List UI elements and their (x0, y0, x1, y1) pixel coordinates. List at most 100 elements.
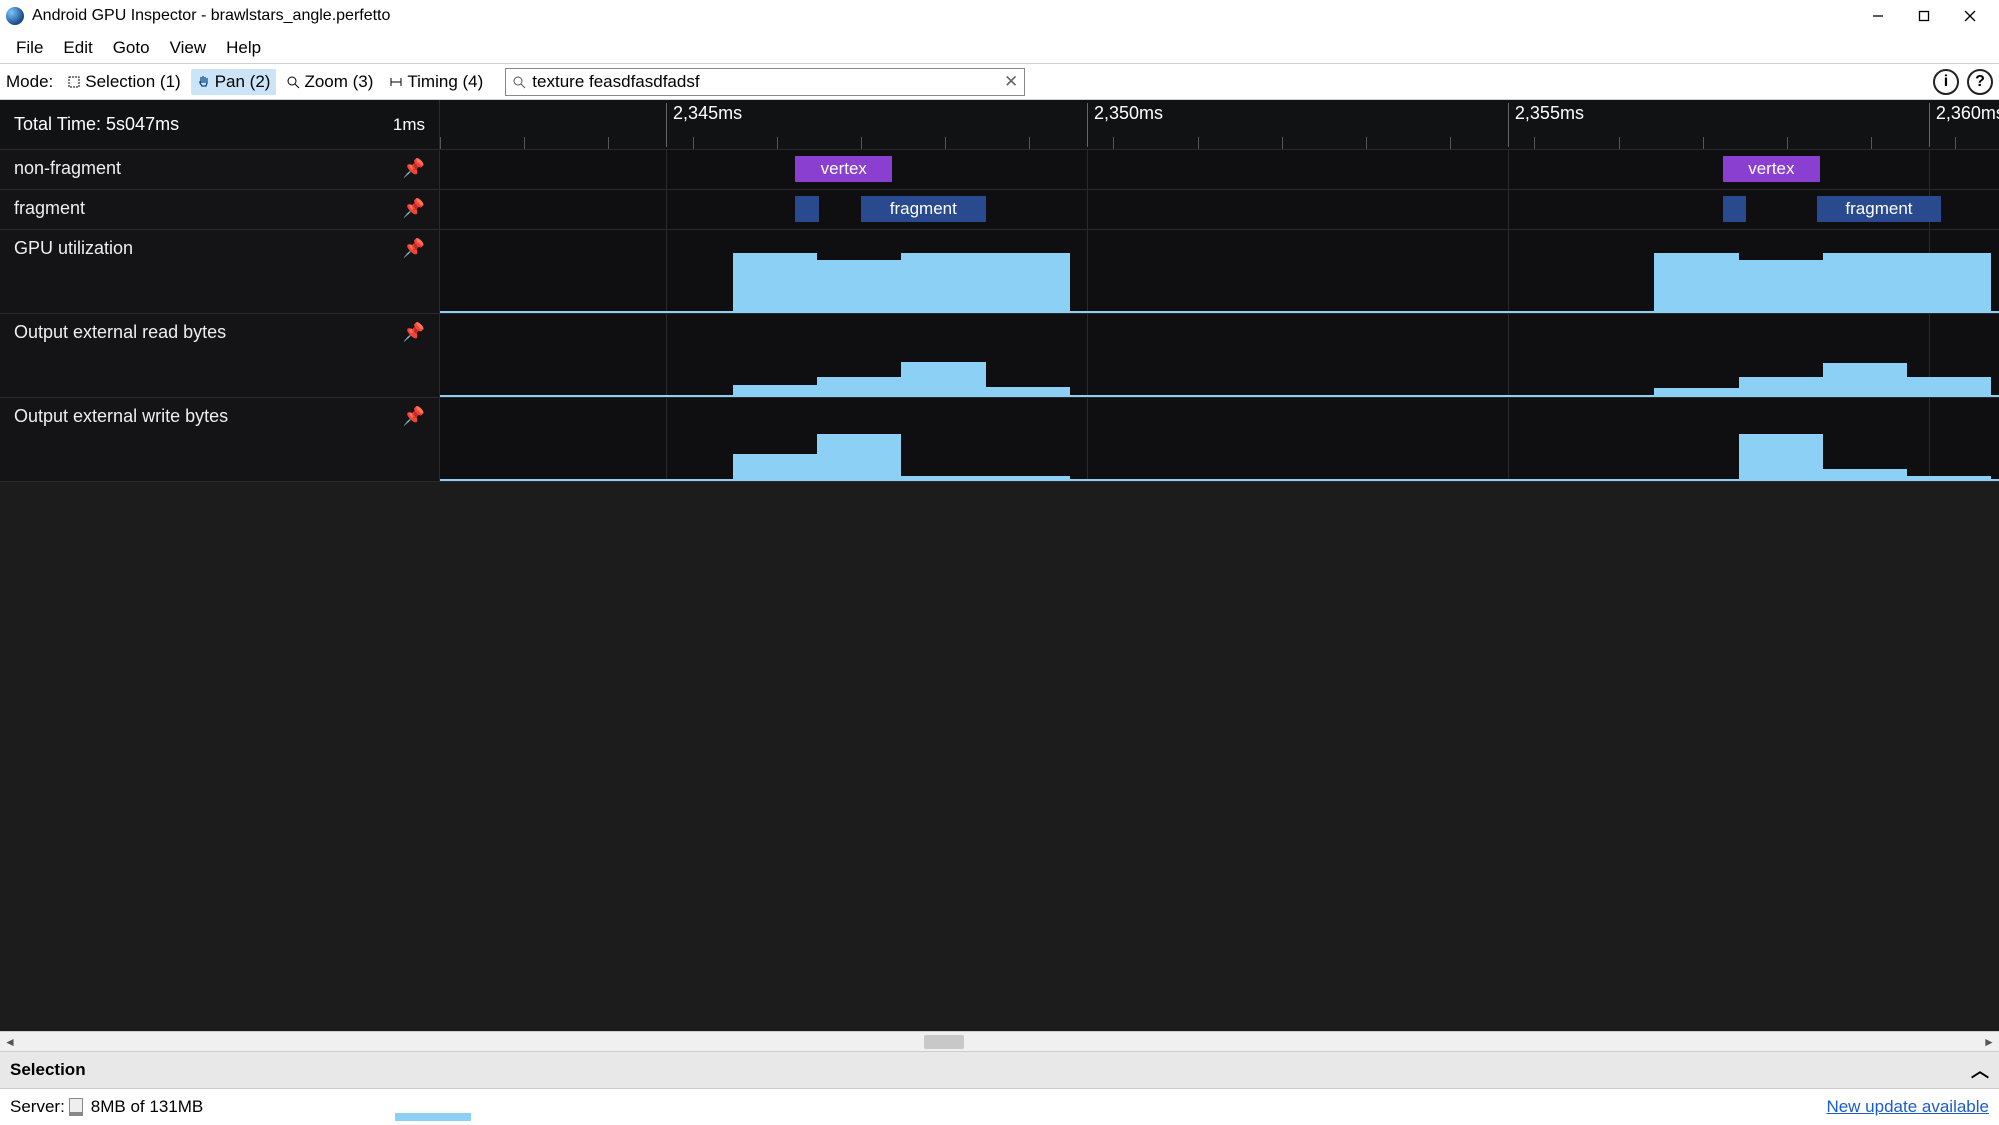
event-block[interactable] (795, 196, 818, 222)
tracks-container: non-fragment📌vertexvertexfragment📌fragme… (0, 150, 1999, 482)
ruler-label: 2,360ms (1929, 103, 1999, 147)
titlebar: Android GPU Inspector - brawlstars_angle… (0, 0, 1999, 32)
track-label: Output external write bytes 📌 (0, 398, 440, 481)
counter-bar[interactable] (901, 362, 985, 395)
counter-bar[interactable] (1739, 260, 1823, 311)
track-lane[interactable] (440, 314, 1999, 397)
track-row: fragment 📌 fragment fragment (0, 190, 1999, 230)
counter-bar[interactable] (1907, 476, 1991, 479)
track-name: Output external write bytes (14, 406, 228, 427)
mode-label: Mode: (6, 72, 53, 92)
zoom-icon (286, 75, 300, 89)
memory-meter (69, 1098, 83, 1116)
mode-selection[interactable]: Selection (1) (61, 69, 186, 95)
mode-timing-label: Timing (4) (407, 72, 483, 92)
menu-help[interactable]: Help (216, 34, 271, 62)
maximize-button[interactable] (1901, 0, 1947, 32)
counter-bar[interactable] (901, 476, 985, 479)
ruler-label: 2,345ms (666, 103, 742, 147)
menubar: File Edit Goto View Help (0, 32, 1999, 64)
track-lane[interactable] (440, 398, 1999, 481)
menu-goto[interactable]: Goto (103, 34, 160, 62)
counter-bar[interactable] (1907, 377, 1991, 395)
pan-icon (197, 75, 211, 89)
counter-bar[interactable] (817, 260, 901, 311)
event-block[interactable] (1723, 196, 1746, 222)
counter-bar[interactable] (733, 385, 817, 395)
horizontal-scrollbar[interactable]: ◄ ► (0, 1031, 1999, 1051)
counter-bar[interactable] (1823, 469, 1907, 479)
event-block[interactable]: fragment (1817, 196, 1942, 222)
search-input[interactable] (532, 72, 998, 92)
track-row: Output external read bytes📌 (0, 314, 1999, 398)
info-button[interactable]: i (1933, 69, 1959, 95)
scroll-thumb[interactable] (924, 1035, 964, 1049)
counter-bar[interactable] (986, 253, 1070, 311)
mode-timing[interactable]: Timing (4) (383, 69, 489, 95)
mode-pan[interactable]: Pan (2) (191, 69, 277, 95)
minimize-button[interactable] (1855, 0, 1901, 32)
scroll-right-button[interactable]: ► (1979, 1032, 1999, 1052)
app-icon (6, 7, 24, 25)
scroll-left-button[interactable]: ◄ (0, 1032, 20, 1052)
pin-icon[interactable]: 📌 (403, 406, 425, 427)
clear-search-icon[interactable]: ✕ (1004, 72, 1018, 92)
help-icon: ? (1975, 73, 1985, 91)
timing-icon (389, 75, 403, 89)
mode-zoom-label: Zoom (3) (304, 72, 373, 92)
selection-panel-header[interactable]: Selection ︿ (0, 1051, 1999, 1089)
statusbar: Server: 8MB of 131MB New update availabl… (0, 1089, 1999, 1125)
counter-bar[interactable] (817, 377, 901, 395)
pin-icon[interactable]: 📌 (403, 158, 425, 179)
counter-bar[interactable] (1739, 377, 1823, 395)
help-button[interactable]: ? (1967, 69, 1993, 95)
scale-indicator-label: 1ms (393, 115, 425, 135)
mode-selection-label: Selection (1) (85, 72, 180, 92)
track-lane[interactable]: vertex vertex (440, 150, 1999, 189)
chevron-up-icon[interactable]: ︿ (1971, 1057, 1989, 1083)
track-label: GPU utilization 📌 (0, 230, 440, 313)
counter-bar[interactable] (1654, 388, 1738, 395)
track-name: GPU utilization (14, 238, 133, 259)
track-lane[interactable]: fragment fragment (440, 190, 1999, 229)
info-icon: i (1944, 73, 1948, 91)
pin-icon[interactable]: 📌 (403, 322, 425, 343)
counter-bar[interactable] (986, 387, 1070, 395)
counter-bar[interactable] (901, 253, 985, 311)
update-link[interactable]: New update available (1826, 1097, 1989, 1117)
event-block[interactable]: vertex (1723, 156, 1820, 182)
server-label: Server: (10, 1097, 65, 1117)
search-box[interactable]: ✕ (505, 68, 1025, 96)
counter-bar[interactable] (1823, 253, 1907, 311)
track-row: Output external write bytes 📌 (0, 398, 1999, 482)
counter-bar[interactable] (817, 434, 901, 479)
time-ruler[interactable]: 2,345ms2,350ms2,355ms2,360ms (440, 100, 1999, 149)
counter-bar[interactable] (986, 476, 1070, 479)
track-label: Output external read bytes📌 (0, 314, 440, 397)
counter-bar[interactable] (1907, 253, 1991, 311)
track-row: GPU utilization 📌 (0, 230, 1999, 314)
search-icon (512, 75, 526, 89)
window-title: Android GPU Inspector - brawlstars_angle… (32, 7, 390, 25)
event-block[interactable]: fragment (861, 196, 986, 222)
mode-pan-label: Pan (2) (215, 72, 271, 92)
pin-icon[interactable]: 📌 (403, 198, 425, 219)
counter-bar[interactable] (1823, 363, 1907, 395)
menu-edit[interactable]: Edit (53, 34, 102, 62)
track-lane[interactable] (440, 230, 1999, 313)
memory-text: 8MB of 131MB (91, 1097, 203, 1117)
scale-indicator: 1ms (393, 115, 425, 135)
pin-icon[interactable]: 📌 (403, 238, 425, 259)
menu-file[interactable]: File (6, 34, 53, 62)
close-button[interactable] (1947, 0, 1993, 32)
menu-view[interactable]: View (160, 34, 217, 62)
counter-bar[interactable] (1654, 253, 1738, 311)
mode-zoom[interactable]: Zoom (3) (280, 69, 379, 95)
total-time-label: Total Time: 5s047ms (14, 114, 179, 135)
selection-icon (67, 75, 81, 89)
counter-bar[interactable] (1739, 434, 1823, 479)
counter-bar[interactable] (733, 253, 817, 311)
event-block[interactable]: vertex (795, 156, 892, 182)
counter-bar[interactable] (733, 454, 817, 479)
ruler-label: 2,355ms (1508, 103, 1584, 147)
